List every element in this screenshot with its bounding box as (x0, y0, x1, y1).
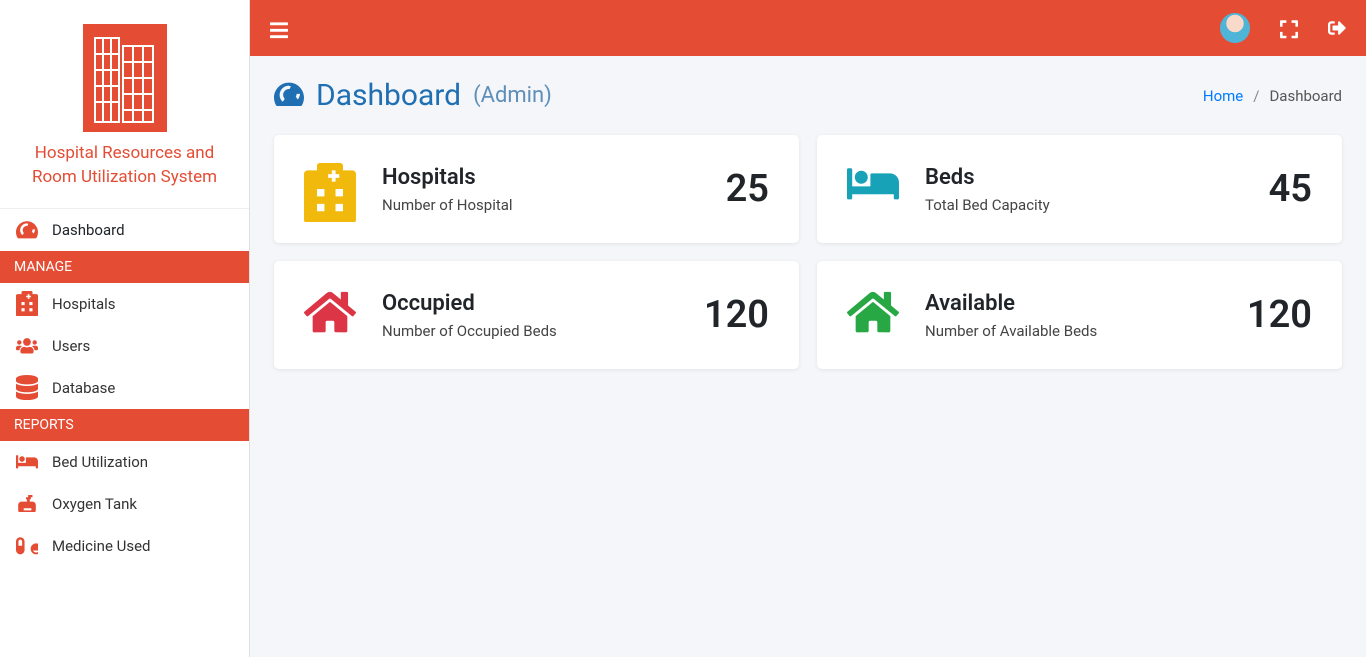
breadcrumb-sep: / (1253, 87, 1259, 105)
card-value: 120 (704, 293, 769, 337)
avatar[interactable] (1220, 13, 1250, 43)
card-available: Available Number of Available Beds 120 (817, 261, 1342, 369)
hospital-icon (16, 294, 38, 314)
nav-header-reports: REPORTS (0, 409, 249, 441)
card-left: Available Number of Available Beds (847, 289, 1097, 341)
sidebar-item-users[interactable]: Users (0, 325, 249, 367)
sidebar-item-hospitals[interactable]: Hospitals (0, 283, 249, 325)
users-icon (16, 336, 38, 356)
brand-line2: Room Utilization System (10, 166, 239, 190)
sidebar-item-label: Database (52, 379, 115, 397)
card-hospitals: Hospitals Number of Hospital 25 (274, 135, 799, 243)
card-title: Beds (925, 165, 1050, 190)
pills-icon (16, 536, 38, 556)
card-title: Available (925, 291, 1097, 316)
card-subtitle: Number of Available Beds (925, 322, 1097, 340)
expand-icon[interactable] (1280, 19, 1298, 37)
database-icon (16, 378, 38, 398)
card-subtitle: Number of Occupied Beds (382, 322, 557, 340)
card-subtitle: Number of Hospital (382, 196, 513, 214)
card-info: Available Number of Available Beds (925, 291, 1097, 340)
card-value: 120 (1247, 293, 1312, 337)
card-info: Hospitals Number of Hospital (382, 165, 513, 214)
gauge-icon (16, 220, 38, 240)
breadcrumb: Home / Dashboard (1203, 87, 1342, 105)
page-header: Dashboard (Admin) Home / Dashboard (274, 78, 1342, 113)
card-subtitle: Total Bed Capacity (925, 196, 1050, 214)
main: Dashboard (Admin) Home / Dashboard Hospi… (250, 0, 1366, 657)
page-title: Dashboard (Admin) (274, 78, 552, 113)
sidebar-item-label: Dashboard (52, 221, 125, 239)
sidebar-item-label: Oxygen Tank (52, 495, 137, 513)
topbar (250, 0, 1366, 56)
sidebar-item-oxygen-tank[interactable]: Oxygen Tank (0, 483, 249, 525)
bed-icon (847, 163, 899, 215)
cards-grid: Hospitals Number of Hospital 25 Beds Tot… (274, 135, 1342, 369)
breadcrumb-current: Dashboard (1269, 87, 1342, 105)
card-beds: Beds Total Bed Capacity 45 (817, 135, 1342, 243)
content: Dashboard (Admin) Home / Dashboard Hospi… (250, 56, 1366, 657)
nav-reports: Bed Utilization Oxygen Tank Medicine Use… (0, 441, 249, 567)
sidebar-item-label: Users (52, 337, 90, 355)
menu-toggle-icon[interactable] (270, 20, 288, 36)
brand-name: Hospital Resources and Room Utilization … (10, 142, 239, 190)
brand-line1: Hospital Resources and (10, 142, 239, 166)
card-left: Hospitals Number of Hospital (304, 163, 513, 215)
card-title: Occupied (382, 291, 557, 316)
sidebar-item-label: Hospitals (52, 295, 116, 313)
hospital-icon (304, 163, 356, 215)
card-title: Hospitals (382, 165, 513, 190)
building-icon (83, 24, 167, 132)
home-icon (304, 289, 356, 341)
card-value: 45 (1269, 167, 1312, 211)
card-occupied: Occupied Number of Occupied Beds 120 (274, 261, 799, 369)
sidebar: Hospital Resources and Room Utilization … (0, 0, 250, 657)
topbar-right (1220, 13, 1346, 43)
card-info: Beds Total Bed Capacity (925, 165, 1050, 214)
logo-icon (83, 24, 167, 132)
card-info: Occupied Number of Occupied Beds (382, 291, 557, 340)
nav-main: Dashboard (0, 209, 249, 251)
breadcrumb-home[interactable]: Home (1203, 87, 1243, 105)
sidebar-item-label: Bed Utilization (52, 453, 148, 471)
sidebar-item-label: Medicine Used (52, 537, 151, 555)
bed-icon (16, 452, 38, 472)
gauge-icon (274, 81, 304, 111)
page-subtitle: (Admin) (473, 83, 552, 108)
nav-manage: Hospitals Users Database (0, 283, 249, 409)
sidebar-item-medicine-used[interactable]: Medicine Used (0, 525, 249, 567)
nav-header-manage: MANAGE (0, 251, 249, 283)
sidebar-item-bed-utilization[interactable]: Bed Utilization (0, 441, 249, 483)
home-icon (847, 289, 899, 341)
logo-section: Hospital Resources and Room Utilization … (0, 0, 249, 209)
oxygen-icon (16, 494, 38, 514)
card-left: Beds Total Bed Capacity (847, 163, 1050, 215)
logout-icon[interactable] (1328, 19, 1346, 37)
card-value: 25 (726, 167, 769, 211)
page-title-text: Dashboard (316, 78, 461, 113)
sidebar-item-database[interactable]: Database (0, 367, 249, 409)
sidebar-item-dashboard[interactable]: Dashboard (0, 209, 249, 251)
topbar-left (270, 20, 288, 36)
card-left: Occupied Number of Occupied Beds (304, 289, 557, 341)
